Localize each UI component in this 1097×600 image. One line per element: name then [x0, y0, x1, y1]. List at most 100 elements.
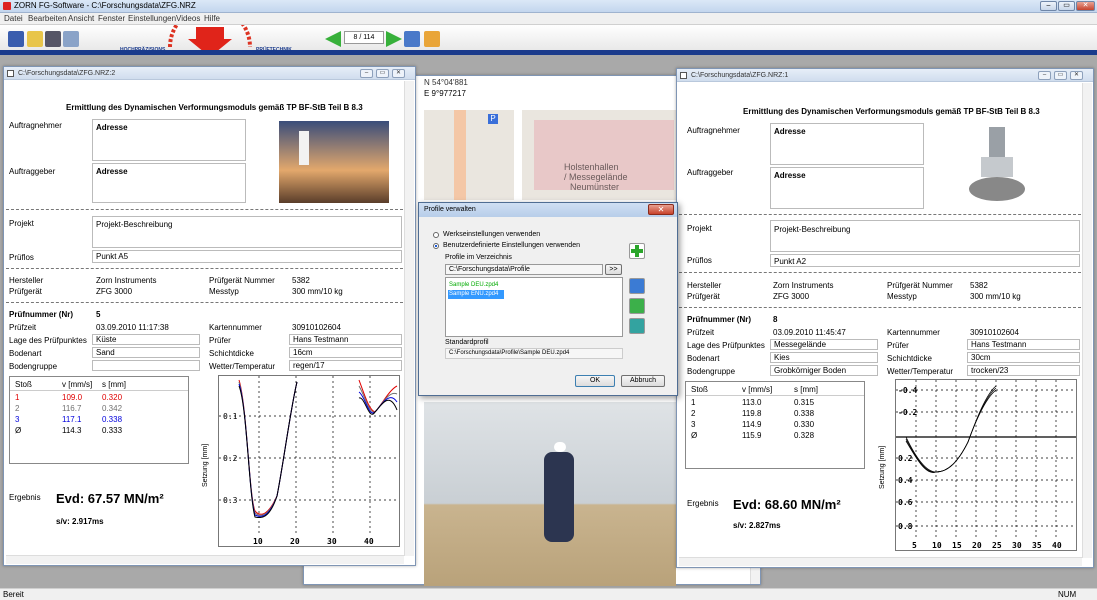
dir-field[interactable]: C:\Forschungsdata\Profile [445, 264, 603, 275]
x-tick: 5 [912, 541, 917, 550]
auftragnehmer-label: Auftragnehmer [687, 126, 740, 135]
menu-hilfe[interactable]: Hilfe [204, 14, 220, 23]
x-tick: 30 [1012, 541, 1022, 550]
table-cell: 0.330 [794, 420, 815, 429]
pruefzeit-label: Prüfzeit [687, 328, 715, 337]
pruefer-field[interactable]: Hans Testmann [289, 334, 402, 345]
right-window-title: C:\Forschungsdata\ZFG.NRZ:1 – ▭ ✕ [677, 69, 1093, 82]
pruefgeraet-label: Prüfgerät [9, 287, 42, 296]
auftraggeber-field[interactable]: Adresse [92, 163, 246, 203]
std-label: Standardprofil [445, 339, 489, 346]
y-tick: -0.4 [898, 386, 917, 395]
export-icon[interactable] [404, 31, 420, 47]
schichtdicke-field[interactable]: 16cm [289, 347, 402, 358]
prueflos-field[interactable]: Punkt A2 [770, 254, 1080, 267]
bodengruppe-label: Bodengruppe [9, 362, 58, 371]
evd-value: Evd: 68.60 MN/m² [733, 497, 841, 512]
left-close-icon[interactable]: ✕ [392, 69, 405, 78]
page-indicator[interactable]: 8 / 114 [344, 31, 384, 44]
menu-videos[interactable]: Videos [176, 14, 200, 23]
right-minimize-icon[interactable]: – [1038, 71, 1051, 80]
left-minimize-icon[interactable]: – [360, 69, 373, 78]
browse-button[interactable]: >> [605, 264, 622, 275]
profile-item-enu[interactable]: Sample ENU.zpd4 [448, 290, 504, 299]
table-cell: Ø [15, 426, 22, 435]
table-cell: 2 [15, 404, 20, 413]
pgnr-label: Prüfgerät Nummer [887, 281, 953, 290]
bodengruppe-field[interactable]: Grobkörniger Boden [770, 365, 878, 376]
table-cell: 1 [691, 398, 696, 407]
save-icon[interactable] [8, 31, 24, 47]
profile-list[interactable]: Sample DEU.zpd4 Sample ENU.zpd4 [445, 277, 623, 337]
import-profile-icon[interactable] [629, 278, 645, 294]
std-field[interactable]: C:\Forschungsdata\Profile\Sample DEU.zpd… [445, 348, 623, 359]
auftragnehmer-field[interactable]: Adresse [770, 123, 924, 165]
device-icon[interactable] [45, 31, 61, 47]
minimize-icon[interactable]: – [1040, 1, 1057, 11]
menu-fenster[interactable]: Fenster [98, 14, 125, 23]
evd-value: Evd: 67.57 MN/m² [56, 491, 164, 506]
left-results-table: Stoß v [mm/s] s [mm] 1 109.0 0.320 2 116.7 0.… [9, 376, 189, 464]
projekt-field[interactable]: Projekt-Beschreibung [770, 220, 1080, 252]
wetter-field[interactable]: trocken/23 [967, 365, 1080, 376]
menu-datei[interactable]: Datei [4, 14, 23, 23]
prueflos-field[interactable]: Punkt A5 [92, 250, 402, 263]
next-arrow-icon[interactable] [386, 31, 404, 47]
chart-icon[interactable] [424, 31, 440, 47]
table-cell: 119.8 [742, 409, 762, 418]
right-restore-icon[interactable]: ▭ [1054, 71, 1067, 80]
x-tick: 40 [1052, 541, 1062, 550]
right-settlement-plot: -0.4 -0.2 0.2 0.4 0.6 0.8 5 10 15 20 25 30 35 40 [895, 379, 1077, 551]
radio-benutzerdefiniert[interactable] [433, 243, 439, 249]
coord-north: N 54°04'881 [424, 78, 468, 87]
document-icon [680, 72, 687, 79]
pruefnummer-label: Prüfnummer (Nr) [9, 310, 74, 319]
print-icon[interactable] [63, 31, 79, 47]
menu-ansicht[interactable]: Ansicht [68, 14, 94, 23]
bodenart-field[interactable]: Sand [92, 347, 200, 358]
right-close-icon[interactable]: ✕ [1070, 71, 1083, 80]
projekt-field[interactable]: Projekt-Beschreibung [92, 216, 402, 248]
accept-profile-icon[interactable] [629, 298, 645, 314]
pruefgeraet-value: ZFG 3000 [96, 287, 133, 296]
left-restore-icon[interactable]: ▭ [376, 69, 389, 78]
dialog-close-icon[interactable]: ✕ [648, 204, 674, 215]
ok-button[interactable]: OK [575, 375, 615, 387]
right-hscrollbar[interactable] [679, 557, 1082, 566]
lage-field[interactable]: Messegelände [770, 339, 878, 350]
schichtdicke-field[interactable]: 30cm [967, 352, 1080, 363]
table-cell: 0.338 [794, 409, 815, 418]
pruefer-field[interactable]: Hans Testmann [967, 339, 1080, 350]
y-tick: 0.4 [898, 476, 913, 485]
auftragnehmer-field[interactable]: Adresse [92, 119, 246, 161]
bodengruppe-field[interactable] [92, 360, 200, 371]
profile-item-deu[interactable]: Sample DEU.zpd4 [448, 281, 504, 290]
left-hscrollbar[interactable] [6, 555, 404, 564]
refresh-profile-icon[interactable] [629, 318, 645, 334]
kartennr-value: 30910102604 [292, 323, 341, 332]
wetter-field[interactable]: regen/17 [289, 360, 402, 371]
pruefnummer-value: 8 [773, 315, 778, 324]
add-profile-icon[interactable] [629, 243, 645, 259]
radio-werkseinstellungen[interactable] [433, 232, 439, 238]
pruefer-label: Prüfer [209, 336, 231, 345]
cancel-button[interactable]: Abbruch [621, 375, 665, 387]
menu-bearbeiten[interactable]: Bearbeiten [28, 14, 67, 23]
right-vscrollbar[interactable] [1082, 83, 1092, 558]
maximize-icon[interactable]: ▭ [1058, 1, 1075, 11]
x-tick: 30 [327, 537, 337, 546]
lage-field[interactable]: Küste [92, 334, 200, 345]
bodenart-field[interactable]: Kies [770, 352, 878, 363]
open-folder-icon[interactable] [27, 31, 43, 47]
pruefnummer-value: 5 [96, 310, 101, 319]
close-icon[interactable]: ✕ [1076, 1, 1095, 11]
map-label-1: Holstenhallen [564, 162, 619, 172]
series-line [905, 387, 997, 473]
col-stoss: Stoß [691, 385, 708, 394]
left-vscrollbar[interactable] [404, 81, 414, 556]
bodenart-label: Bodenart [687, 354, 720, 363]
x-tick: 15 [952, 541, 962, 550]
auftraggeber-field[interactable]: Adresse [770, 167, 924, 209]
menu-einstellungen[interactable]: Einstellungen [128, 14, 176, 23]
prev-arrow-icon[interactable] [325, 31, 343, 47]
